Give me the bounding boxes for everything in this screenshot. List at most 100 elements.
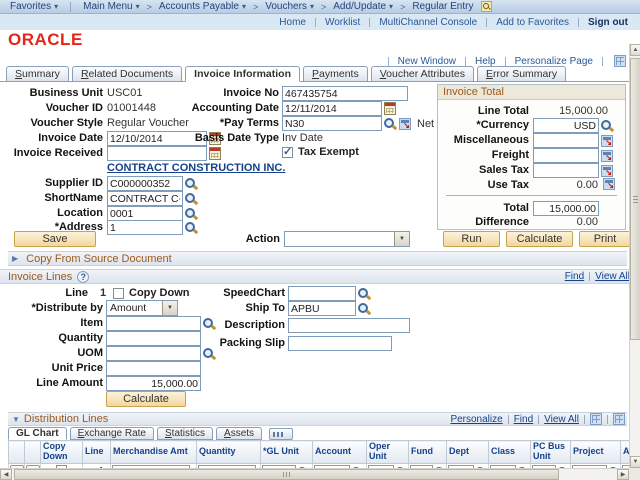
invoice-no-field bbox=[282, 86, 408, 101]
divider bbox=[446, 195, 617, 196]
lookup-icon[interactable] bbox=[185, 207, 198, 220]
invoice-total-box: Invoice Total Line Total 15,000.00 *Curr… bbox=[437, 84, 626, 230]
print-button[interactable]: Print bbox=[579, 231, 631, 247]
business-unit-label: Business Unit bbox=[0, 87, 103, 100]
freight-input[interactable] bbox=[533, 148, 599, 163]
action-select[interactable]: ▼ bbox=[284, 231, 410, 247]
lookup-icon[interactable] bbox=[185, 192, 198, 205]
find-link[interactable]: Find bbox=[565, 271, 584, 282]
transfer-icon[interactable] bbox=[601, 165, 613, 177]
tab-summary[interactable]: Summary bbox=[6, 66, 69, 82]
main-menu[interactable]: Main Menu▾ bbox=[79, 1, 143, 12]
save-button[interactable]: Save bbox=[14, 231, 96, 247]
speedchart-input[interactable] bbox=[288, 286, 356, 301]
add-to-favorites-link[interactable]: Add to Favorites bbox=[494, 17, 571, 28]
personalize-link[interactable]: Personalize bbox=[450, 414, 502, 425]
total-input[interactable] bbox=[533, 201, 599, 216]
breadcrumb-vouchers[interactable]: Vouchers▾ bbox=[261, 1, 318, 12]
lookup-icon[interactable] bbox=[358, 287, 371, 300]
distribution-lines-header: ▼ Distribution Lines Personalize Find Vi… bbox=[8, 412, 627, 426]
address-input[interactable] bbox=[107, 220, 183, 235]
transfer-icon[interactable] bbox=[399, 118, 411, 130]
line-calculate-button[interactable]: Calculate bbox=[106, 391, 186, 407]
view-all-link[interactable]: View All bbox=[595, 271, 630, 282]
invoice-received-input[interactable] bbox=[107, 146, 207, 161]
invoice-no-input[interactable] bbox=[282, 86, 408, 101]
breadcrumb-accounts-payable[interactable]: Accounts Payable▾ bbox=[155, 1, 250, 12]
grid-tab-assets[interactable]: Assets bbox=[216, 427, 262, 440]
home-link[interactable]: Home bbox=[277, 17, 308, 28]
distribution-lines-title: Distribution Lines bbox=[24, 413, 108, 425]
supplier-id-input[interactable] bbox=[107, 176, 183, 191]
tab-related-documents[interactable]: Related Documents bbox=[72, 66, 182, 82]
new-window-link[interactable]: New Window bbox=[396, 56, 458, 67]
unit-price-input[interactable] bbox=[106, 361, 201, 376]
copy-from-source-section[interactable]: ▶ Copy From Source Document bbox=[8, 251, 627, 266]
vertical-scrollbar[interactable]: ▲ ▼ bbox=[629, 44, 640, 468]
packing-slip-input[interactable] bbox=[288, 336, 392, 351]
col-dept: Dept bbox=[447, 441, 489, 464]
copy-url-icon[interactable] bbox=[614, 55, 626, 67]
scroll-up-button[interactable]: ▲ bbox=[630, 44, 640, 56]
description-input[interactable] bbox=[288, 318, 410, 333]
sign-out-link[interactable]: Sign out bbox=[586, 17, 630, 28]
worklist-link[interactable]: Worklist bbox=[323, 17, 362, 28]
calendar-icon[interactable] bbox=[384, 102, 396, 115]
ship-to-input[interactable] bbox=[288, 301, 356, 316]
tab-payments[interactable]: Payments bbox=[303, 66, 368, 82]
ship-to-field bbox=[288, 301, 371, 316]
col-oper-unit: Oper Unit bbox=[367, 441, 409, 464]
tab-error-summary[interactable]: Error Summary bbox=[477, 66, 566, 82]
breadcrumb-regular-entry[interactable]: Regular Entry bbox=[408, 1, 477, 12]
scroll-right-button[interactable]: ▶ bbox=[617, 469, 629, 480]
transfer-icon[interactable] bbox=[601, 135, 613, 147]
view-all-link[interactable]: View All bbox=[544, 414, 579, 425]
grid-tab-gl-chart[interactable]: GL Chart bbox=[8, 427, 67, 440]
lookup-icon[interactable] bbox=[601, 119, 614, 132]
scroll-left-button[interactable]: ◀ bbox=[0, 469, 12, 480]
calendar-icon[interactable] bbox=[209, 147, 221, 160]
miscellaneous-input[interactable] bbox=[533, 133, 599, 148]
copy-down-checkbox[interactable] bbox=[113, 288, 124, 299]
search-icon[interactable] bbox=[481, 1, 492, 12]
use-tax-value: 0.00 bbox=[533, 179, 598, 192]
pay-terms-input[interactable] bbox=[282, 116, 382, 131]
calculate-button[interactable]: Calculate bbox=[506, 231, 573, 247]
location-input[interactable] bbox=[107, 206, 183, 221]
tax-exempt-checkbox[interactable] bbox=[282, 147, 293, 158]
transfer-icon[interactable] bbox=[601, 150, 613, 162]
supplier-name-link[interactable]: CONTRACT CONSTRUCTION INC. bbox=[107, 162, 285, 175]
transfer-icon[interactable] bbox=[603, 178, 615, 190]
multichannel-console-link[interactable]: MultiChannel Console bbox=[377, 17, 479, 28]
grid-tab-exchange-rate[interactable]: Exchange Rate bbox=[70, 427, 154, 440]
scroll-down-button[interactable]: ▼ bbox=[630, 456, 640, 468]
download-icon[interactable] bbox=[590, 413, 602, 425]
distribute-by-select[interactable]: Amount ▼ bbox=[106, 300, 178, 316]
help-link[interactable]: Help bbox=[473, 56, 498, 67]
lookup-icon[interactable] bbox=[185, 177, 198, 190]
horizontal-scrollbar[interactable]: ◀ ▶ bbox=[0, 468, 629, 480]
line-amount-input[interactable] bbox=[106, 376, 201, 391]
find-link[interactable]: Find bbox=[514, 414, 533, 425]
favorites-menu[interactable]: Favorites▾ bbox=[6, 1, 62, 12]
show-all-columns-icon[interactable] bbox=[269, 428, 293, 440]
collapsed-arrow-icon[interactable]: ▶ bbox=[12, 254, 18, 263]
accounting-date-input[interactable] bbox=[282, 101, 382, 116]
help-icon[interactable]: ? bbox=[77, 271, 89, 283]
run-button[interactable]: Run bbox=[443, 231, 500, 247]
distribute-by-value: Amount bbox=[110, 302, 146, 314]
lookup-icon[interactable] bbox=[384, 117, 397, 130]
tab-invoice-information[interactable]: Invoice Information bbox=[185, 66, 300, 82]
shortname-input[interactable] bbox=[107, 191, 183, 206]
grid-tab-statistics[interactable]: Statistics bbox=[157, 427, 213, 440]
breadcrumb-add-update[interactable]: Add/Update▾ bbox=[329, 1, 397, 12]
tab-voucher-attributes[interactable]: Voucher Attributes bbox=[371, 66, 474, 82]
vertical-scroll-thumb[interactable] bbox=[630, 58, 640, 340]
currency-input[interactable] bbox=[533, 118, 599, 133]
sales-tax-input[interactable] bbox=[533, 163, 599, 178]
lookup-icon[interactable] bbox=[358, 302, 371, 315]
expanded-arrow-icon[interactable]: ▼ bbox=[12, 415, 20, 424]
horizontal-scroll-thumb[interactable] bbox=[14, 469, 559, 480]
popup-window-icon[interactable] bbox=[613, 413, 625, 425]
personalize-page-link[interactable]: Personalize Page bbox=[513, 56, 595, 67]
